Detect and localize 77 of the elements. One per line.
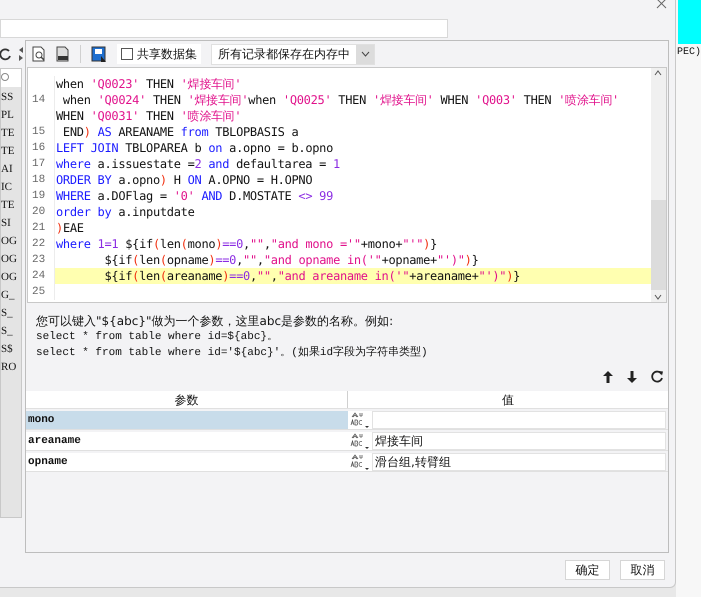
side-list-item[interactable]: SI [1,215,21,231]
param-value-field[interactable] [372,411,666,429]
line-number: 23 [32,253,46,268]
close-icon[interactable] [656,0,667,9]
code-line: order by a.inputdate [55,204,195,220]
dialog-button[interactable]: 取消 [620,560,665,580]
preview-icon[interactable] [32,46,46,62]
side-list-item[interactable]: G_ [1,287,21,303]
side-list-item[interactable]: RO [1,359,21,375]
param-name-cell[interactable]: areaname [26,432,348,450]
search-icon[interactable] [1,72,11,84]
sheet-cell-text: PEC) [676,46,701,60]
help-example: select * from table where id=${abc}。 [36,330,280,345]
line-number: 14 [32,93,46,108]
side-list-item[interactable]: S_ [1,305,21,321]
name-input-field[interactable] [0,19,448,38]
cache-mode-dropdown[interactable]: 所有记录都保存在内存中 [211,44,375,64]
side-list-item[interactable]: OG [1,269,21,285]
code-line: where 1=1 ${if(len(mono)==0,"","and mono ='"+mono+"'")} [55,236,438,252]
line-number: 24 [32,269,46,284]
param-value-field[interactable]: 滑台组,转臂组 [372,453,666,471]
refresh-icon[interactable] [0,47,12,61]
side-list-item[interactable]: S$ [1,341,21,357]
side-list-item[interactable]: SS [1,89,21,105]
dialog-button[interactable]: 确定 [564,560,610,580]
side-list-item[interactable]: OG [1,251,21,267]
code-line: END) AS AREANAME from TBLOPBASIS a [62,124,298,140]
side-list-item[interactable]: TE [1,197,21,213]
move-up-icon[interactable] [602,370,614,384]
share-dataset-checkbox[interactable]: 共享数据集 [117,44,201,64]
column-header[interactable]: 参数 [26,391,348,408]
help-example: select * from table where id='${abc}'。(如果id字段为字符串类型) [36,345,429,361]
move-down-icon[interactable] [626,370,638,384]
sql-file-icon[interactable] [56,46,70,62]
line-number: 17 [32,157,46,172]
side-list-item[interactable]: AI [1,161,21,177]
side-list-item[interactable]: TE [1,143,21,159]
sql-editor[interactable] [27,67,667,303]
scroll-down-icon[interactable] [654,294,662,300]
scroll-arrows-icon[interactable] [18,46,24,62]
line-number: 22 [32,237,46,252]
type-abc-icon[interactable] [350,454,370,470]
line-number: 16 [32,141,46,156]
column-header[interactable]: 值 [348,391,668,408]
line-number: 25 [32,285,46,300]
scroll-up-icon[interactable] [654,70,662,76]
help-text: 您可以键入"${abc}"做为一个参数，这里abc是参数的名称。例如: [36,313,394,329]
highlighted-sheet-cell [678,0,701,44]
code-line: LEFT JOIN TBLOPAREA b on a.opno = b.opno [55,140,334,156]
param-name-cell[interactable]: opname [26,453,348,471]
side-list-item[interactable]: PL [1,107,21,123]
param-value-field[interactable]: 焊接车间 [372,432,666,450]
side-list-item[interactable]: IC [1,179,21,195]
line-number: 15 [32,125,46,140]
code-line: where a.issuestate =2 and defaultarea = 1 [55,156,340,172]
type-abc-icon[interactable] [350,412,370,428]
chevron-down-icon [360,51,370,57]
side-list-item[interactable]: OG [1,233,21,249]
code-line: ${if(len(opname)==0,"","and opname in('"+opname+"')")} [103,252,479,268]
code-line: when 'Q0024' THEN '焊接车间'when 'Q0025' THEN '焊接车间' WHEN 'Q003' THEN '喷涂车间' [62,92,619,108]
line-number: 20 [32,205,46,220]
type-abc-icon[interactable] [350,432,370,450]
side-list-item[interactable]: TE [1,125,21,141]
code-line: when 'Q0023' THEN '焊接车间' [55,76,242,92]
code-line: )EAE [55,220,84,236]
save-icon[interactable] [91,46,107,62]
param-name-cell[interactable]: mono [26,411,348,429]
line-number: 19 [32,189,46,204]
refresh-icon[interactable] [650,370,664,384]
line-number: 21 [32,221,46,236]
code-line: WHERE a.DOFlag = '0' AND D.MOSTATE <> 99 [55,188,334,204]
code-line: ${if(len(areaname)==0,"","and areaname in('"+areaname+"')")} [103,268,520,284]
side-list-item[interactable]: S_ [1,323,21,339]
line-number: 18 [32,173,46,188]
code-line: WHEN 'Q0031' THEN '喷涂车间' [55,108,242,124]
code-line: ORDER BY a.opno) H ON A.OPNO = H.OPNO [55,172,312,188]
vertical-scrollbar[interactable] [650,68,666,302]
